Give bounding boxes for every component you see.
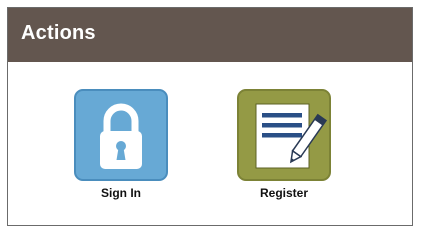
register-action[interactable]: Register — [237, 89, 331, 200]
sign-in-label: Sign In — [101, 186, 141, 200]
lock-icon — [100, 103, 142, 169]
register-label: Register — [259, 186, 309, 200]
sign-in-action[interactable]: Sign In — [74, 89, 168, 200]
document-pen-icon — [255, 103, 328, 169]
register-button[interactable] — [237, 89, 331, 181]
actions-panel: Actions Sign In Register — [7, 7, 413, 226]
sign-in-button[interactable] — [74, 89, 168, 181]
panel-title: Actions — [21, 22, 96, 44]
panel-header: Actions — [8, 8, 412, 62]
